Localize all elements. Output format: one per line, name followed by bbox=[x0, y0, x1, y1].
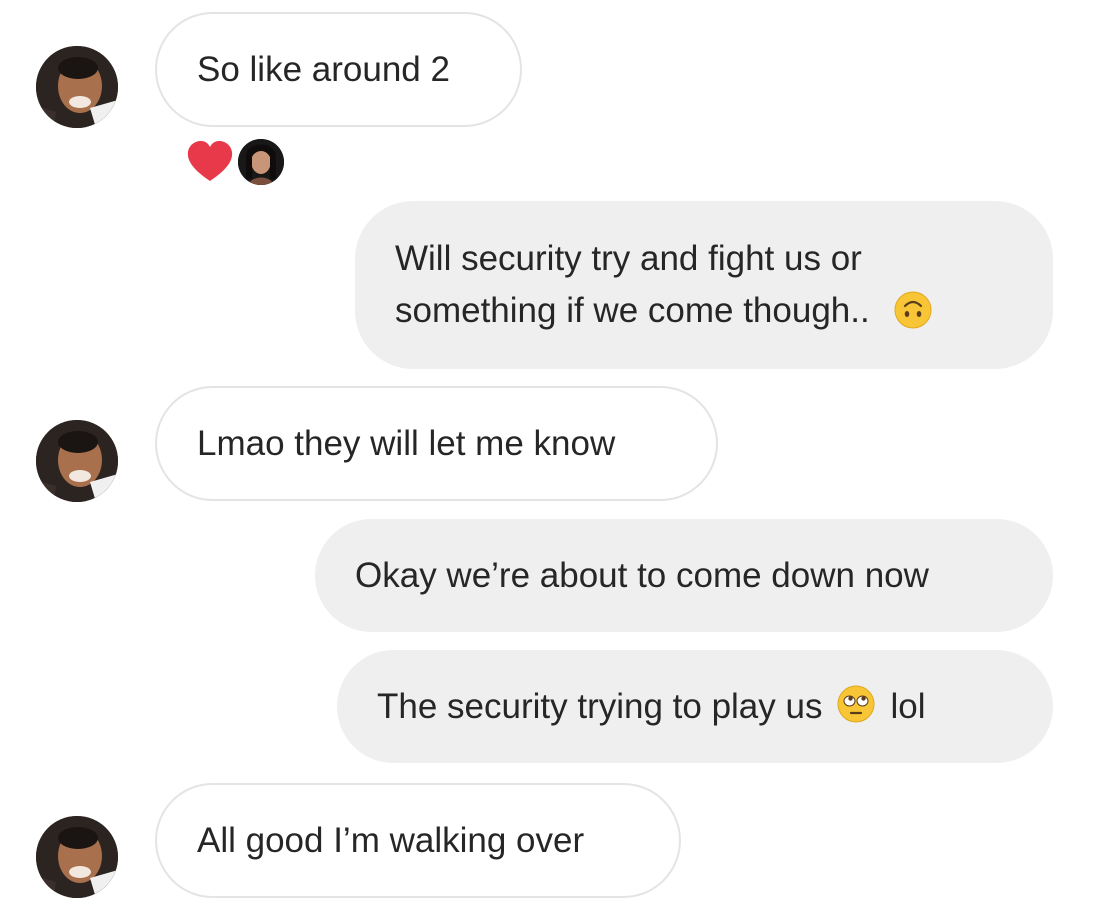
sender-avatar[interactable] bbox=[36, 420, 118, 502]
message-bubble-outgoing[interactable]: Will security try and fight us or someth… bbox=[355, 201, 1053, 369]
message-bubble-incoming[interactable]: All good I’m walking over bbox=[155, 783, 681, 898]
eye-roll-face-icon bbox=[836, 684, 876, 724]
sender-avatar[interactable] bbox=[36, 46, 118, 128]
message-bubble-outgoing[interactable]: Okay we’re about to come down now bbox=[315, 519, 1053, 632]
reactor-avatar bbox=[238, 139, 284, 185]
message-bubble-outgoing[interactable]: The security trying to play us lol bbox=[337, 650, 1053, 763]
message-text: Okay we’re about to come down now bbox=[355, 555, 929, 595]
message-text: Lmao they will let me know bbox=[197, 423, 616, 463]
heart-icon bbox=[187, 141, 233, 181]
message-bubble-incoming[interactable]: So like around 2 bbox=[155, 12, 522, 127]
message-text: All good I’m walking over bbox=[197, 820, 585, 860]
sender-avatar[interactable] bbox=[36, 816, 118, 898]
message-text: The security trying to play us bbox=[377, 686, 823, 726]
message-text-block: Will security try and fight us or someth… bbox=[395, 233, 933, 337]
avatar-photo-icon bbox=[36, 46, 118, 128]
message-bubble-incoming[interactable]: Lmao they will let me know bbox=[155, 386, 718, 501]
message-text-line: something if we come though.. bbox=[395, 291, 870, 330]
avatar-photo-icon bbox=[36, 816, 118, 898]
reactor-photo-icon bbox=[238, 139, 284, 185]
message-thread: So like around 2 Will security try and f… bbox=[0, 0, 1120, 907]
message-text-line-with-emoji: something if we come though.. bbox=[395, 285, 933, 337]
message-reactions[interactable] bbox=[186, 137, 284, 187]
message-text: So like around 2 bbox=[197, 49, 450, 89]
avatar-photo-icon bbox=[36, 420, 118, 502]
upside-down-face-icon bbox=[893, 290, 933, 330]
message-text-line: Will security try and fight us or bbox=[395, 239, 862, 278]
message-text: lol bbox=[890, 686, 926, 726]
